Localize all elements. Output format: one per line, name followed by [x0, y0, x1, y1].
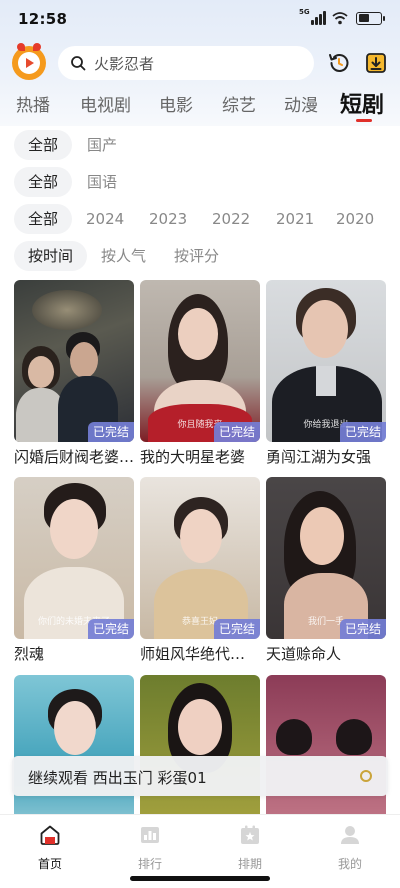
cellular-signal-icon: 5G — [299, 8, 326, 25]
battery-icon — [356, 11, 385, 25]
status-bar: 12:58 5G — [0, 0, 400, 38]
search-icon — [71, 56, 86, 71]
nav-profile[interactable]: 我的 — [320, 823, 380, 872]
filter-year-2024[interactable]: 2024 — [86, 204, 124, 234]
tab-hot[interactable]: 热播 — [16, 91, 50, 116]
poster-image: 我们一手 已完结 — [266, 477, 386, 639]
drama-card[interactable]: 已完结 闪婚后财阀老婆… — [14, 280, 134, 467]
filter-row-region: 全部 国产 — [0, 130, 400, 160]
filter-region-all[interactable]: 全部 — [14, 130, 73, 160]
tab-variety[interactable]: 综艺 — [222, 91, 256, 116]
poster-image: 你给我退出 已完结 — [266, 280, 386, 442]
tab-anime[interactable]: 动漫 — [284, 91, 318, 116]
schedule-icon — [241, 825, 259, 844]
filter-year-all[interactable]: 全部 — [14, 204, 73, 234]
category-tabs: 热播 电视剧 电影 综艺 动漫 短剧 — [0, 84, 400, 124]
app-logo[interactable] — [12, 43, 46, 80]
filter-year-2023[interactable]: 2023 — [149, 204, 187, 234]
poster-image: 你且随我来 已完结 — [140, 280, 260, 442]
home-icon — [40, 825, 60, 845]
history-icon[interactable] — [327, 51, 351, 75]
status-badge: 已完结 — [87, 422, 134, 442]
poster-image: 你们的未婚夫来了 已完结 — [14, 477, 134, 639]
home-indicator — [130, 876, 270, 881]
nav-label: 首页 — [37, 857, 62, 871]
filter-language-mandarin[interactable]: 国语 — [87, 167, 117, 197]
search-placeholder: 火影忍者 — [94, 54, 155, 73]
network-type: 5G — [299, 8, 310, 16]
drama-title: 勇闯江湖为女强 — [266, 448, 372, 466]
filter-language-all[interactable]: 全部 — [14, 167, 73, 197]
drama-title: 闪婚后财阀老婆… — [14, 448, 135, 466]
sort-by-popularity[interactable]: 按人气 — [101, 241, 146, 271]
nav-ranking[interactable]: 排行 — [120, 823, 180, 872]
drama-title: 烈魂 — [14, 645, 45, 663]
drama-card[interactable]: 恭喜王妃 已完结 师姐风华绝代… — [140, 477, 260, 664]
drama-title: 师姐风华绝代… — [140, 645, 246, 663]
nav-home[interactable]: 首页 — [20, 823, 80, 872]
download-icon[interactable] — [364, 51, 388, 75]
filter-row-sort: 按时间 按人气 按评分 — [0, 241, 400, 271]
continue-watching-bar[interactable]: 继续观看 西出玉门 彩蛋01 — [12, 756, 388, 796]
filter-year-2020[interactable]: 2020 — [336, 204, 374, 234]
continue-watching-text: 继续观看 西出玉门 彩蛋01 — [28, 769, 207, 787]
nav-label: 排行 — [137, 857, 162, 871]
sort-by-rating[interactable]: 按评分 — [174, 241, 219, 271]
status-badge: 已完结 — [213, 619, 260, 639]
filter-region-domestic[interactable]: 国产 — [87, 130, 117, 160]
filter-row-year: 全部 2024 2023 2022 2021 2020 — [0, 204, 400, 234]
filter-row-language: 全部 国语 — [0, 167, 400, 197]
filter-year-2021[interactable]: 2021 — [276, 204, 314, 234]
search-row: 火影忍者 — [0, 43, 400, 84]
status-badge: 已完结 — [87, 619, 134, 639]
profile-icon — [341, 826, 359, 844]
nav-label: 排期 — [237, 857, 262, 871]
tab-movie[interactable]: 电影 — [159, 91, 193, 116]
poster-image: 恭喜王妃 已完结 — [140, 477, 260, 639]
drama-title: 我的大明星老婆 — [140, 448, 246, 466]
ranking-icon — [141, 827, 159, 843]
drama-card[interactable]: 我们一手 已完结 天道赊命人 — [266, 477, 386, 664]
tab-short-drama[interactable]: 短剧 — [340, 87, 384, 119]
tab-tv-series[interactable]: 电视剧 — [80, 91, 131, 116]
drama-title: 天道赊命人 — [266, 645, 342, 663]
continue-play-icon[interactable] — [360, 770, 372, 782]
drama-card[interactable]: 你且随我来 已完结 我的大明星老婆 — [140, 280, 260, 467]
wifi-icon — [332, 12, 348, 25]
status-badge: 已完结 — [213, 422, 260, 442]
poster-image: 已完结 — [14, 280, 134, 442]
drama-card[interactable]: 你们的未婚夫来了 已完结 烈魂 — [14, 477, 134, 664]
filter-year-2022[interactable]: 2022 — [212, 204, 250, 234]
sort-by-time[interactable]: 按时间 — [14, 241, 88, 271]
active-tab-indicator — [356, 119, 372, 122]
drama-card[interactable]: 你给我退出 已完结 勇闯江湖为女强 — [266, 280, 386, 467]
nav-label: 我的 — [337, 857, 362, 871]
search-input[interactable]: 火影忍者 — [58, 46, 314, 80]
nav-schedule[interactable]: 排期 — [220, 823, 280, 872]
status-badge: 已完结 — [339, 422, 386, 442]
status-time: 12:58 — [18, 10, 68, 28]
status-badge: 已完结 — [339, 619, 386, 639]
